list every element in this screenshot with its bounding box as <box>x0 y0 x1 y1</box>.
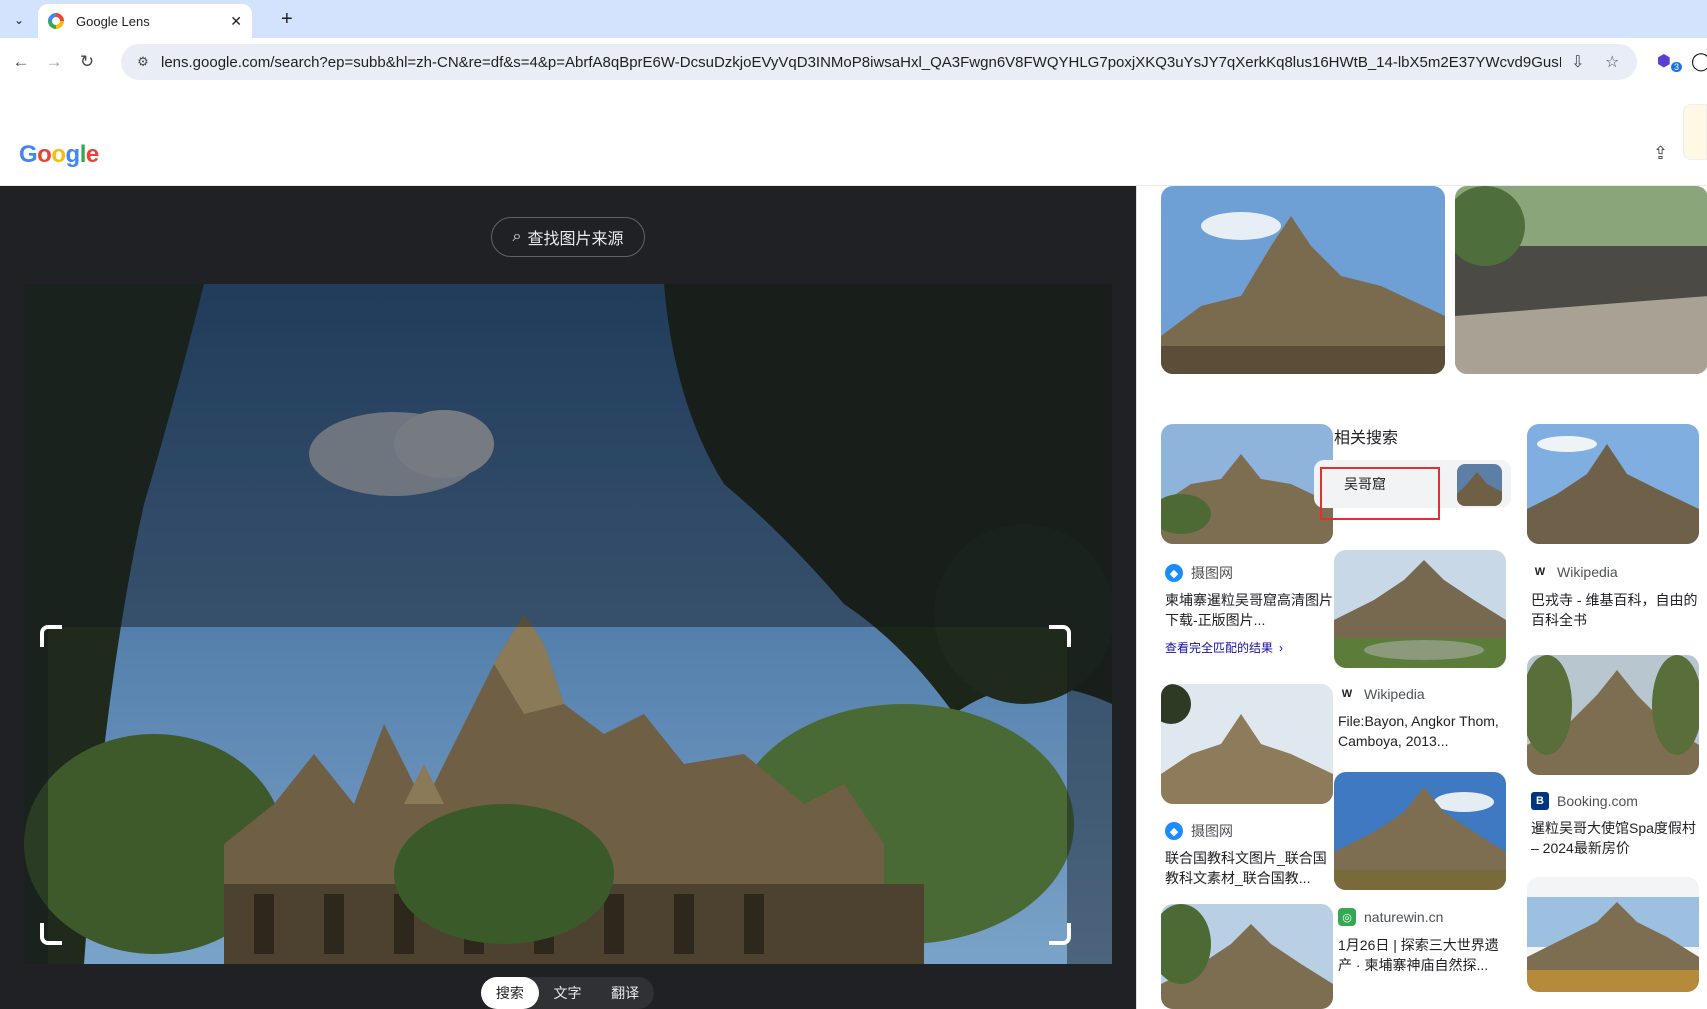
side-panel-tab[interactable] <box>1683 104 1707 160</box>
temple-thumbnail <box>1334 550 1506 668</box>
url-text[interactable]: lens.google.com/search?ep=subb&hl=zh-CN&… <box>161 54 1561 71</box>
selection-dim-right <box>1067 627 1112 964</box>
tab-translate[interactable]: 翻译 <box>596 977 654 1009</box>
result-title-5[interactable]: 暹粒吴哥大使馆Spa度假村 – 2024最新房价 <box>1531 818 1701 858</box>
profile-icon[interactable]: ◯ <box>1691 51 1707 72</box>
result-source-1[interactable]: ◆ 摄图网 <box>1165 563 1233 583</box>
result-image-4[interactable] <box>1161 684 1333 804</box>
find-image-source-button[interactable]: ⌕ 查找图片来源 <box>491 217 645 257</box>
site-name: Booking.com <box>1557 793 1638 809</box>
result-image-6[interactable] <box>1334 772 1506 890</box>
tab-strip: ⌄ Google Lens ✕ + <box>0 0 1707 38</box>
lens-image-panel: ⌕ 查找图片来源 搜索 文字 翻译 <box>0 186 1136 1009</box>
visual-results-panel: ◆ 摄图网 柬埔寨暹粒吴哥窟高清图片下载-正版图片... 查看完全匹配的结果 ›… <box>1136 186 1707 1009</box>
related-search-thumbnail <box>1457 464 1502 506</box>
site-logo-icon: ◆ <box>1165 564 1183 582</box>
crop-handle-top-left[interactable] <box>40 625 62 647</box>
temple-thumbnail <box>1527 877 1699 992</box>
wikipedia-icon: W <box>1531 563 1549 581</box>
crop-handle-bottom-right[interactable] <box>1049 923 1071 945</box>
site-name: 摄图网 <box>1191 823 1233 839</box>
google-header: Google ⇪ <box>0 86 1707 186</box>
image-search-icon: ⌕ <box>512 228 522 245</box>
result-title-6[interactable]: 1月26日 | 探索三大世界遗产 · 柬埔寨神庙自然探... <box>1338 935 1508 975</box>
ruins-thumbnail <box>1455 186 1707 374</box>
result-image-7[interactable] <box>1161 904 1333 1009</box>
back-icon[interactable]: ← <box>9 50 33 74</box>
result-source-4[interactable]: ◆ 摄图网 <box>1165 821 1233 841</box>
result-image-top-1[interactable] <box>1161 186 1445 374</box>
site-name: 摄图网 <box>1191 565 1233 581</box>
result-image-3[interactable] <box>1334 550 1506 668</box>
forward-icon[interactable]: → <box>42 50 66 74</box>
result-title-1[interactable]: 柬埔寨暹粒吴哥窟高清图片下载-正版图片... <box>1165 590 1333 630</box>
tab-text[interactable]: 文字 <box>539 977 597 1009</box>
result-source-2[interactable]: W Wikipedia <box>1531 563 1618 581</box>
selection-dim-left <box>24 627 48 964</box>
result-source-3[interactable]: W Wikipedia <box>1338 685 1425 703</box>
temple-thumbnail <box>1457 464 1502 506</box>
crop-handle-bottom-left[interactable] <box>40 923 62 945</box>
temple-thumbnail <box>1527 655 1699 775</box>
site-logo-icon: ◆ <box>1165 822 1183 840</box>
booking-icon: B <box>1531 792 1549 810</box>
close-icon[interactable]: ✕ <box>230 13 242 30</box>
temple-thumbnail <box>1334 772 1506 890</box>
temple-thumbnail <box>1161 186 1445 374</box>
bookmark-star-icon[interactable]: ☆ <box>1605 52 1619 72</box>
install-icon[interactable]: ⇩ <box>1571 52 1584 72</box>
crop-handle-top-right[interactable] <box>1049 625 1071 647</box>
uploaded-photo[interactable] <box>24 284 1112 964</box>
new-tab-button[interactable]: + <box>281 8 293 30</box>
site-name: naturewin.cn <box>1364 909 1444 925</box>
wikipedia-icon: W <box>1338 685 1356 703</box>
temple-thumbnail <box>1527 424 1699 544</box>
find-image-source-label: 查找图片来源 <box>527 231 624 248</box>
annotation-highlight-box <box>1320 467 1440 520</box>
temple-thumbnail <box>1161 424 1333 544</box>
result-title-2[interactable]: 巴戎寺 - 维基百科，自由的百科全书 <box>1531 590 1701 630</box>
result-image-2[interactable] <box>1527 424 1699 544</box>
lens-mode-tabs: 搜索 文字 翻译 <box>481 977 654 1009</box>
chevron-right-icon: › <box>1279 640 1284 655</box>
result-title-3[interactable]: File:Bayon, Angkor Thom, Camboya, 2013..… <box>1338 711 1508 751</box>
reload-icon[interactable]: ↻ <box>75 50 99 74</box>
extension-badge: 3 <box>1671 62 1683 72</box>
tab-search[interactable]: 搜索 <box>481 977 539 1009</box>
related-searches-title: 相关搜索 <box>1334 430 1399 447</box>
tab-title: Google Lens <box>76 13 150 29</box>
site-logo-icon: ◎ <box>1338 908 1356 926</box>
exact-match-link[interactable]: 查看完全匹配的结果 › <box>1165 639 1283 656</box>
result-image-8[interactable] <box>1527 877 1699 992</box>
tab-search-icon[interactable]: ⌄ <box>7 8 31 32</box>
site-name: Wikipedia <box>1364 686 1425 702</box>
address-bar[interactable]: ⚙ lens.google.com/search?ep=subb&hl=zh-C… <box>121 44 1637 80</box>
temple-thumbnail <box>1161 684 1333 804</box>
site-info-icon[interactable]: ⚙ <box>125 54 161 70</box>
result-image-5[interactable] <box>1527 655 1699 775</box>
tab-google-lens[interactable]: Google Lens ✕ <box>38 4 252 38</box>
temple-thumbnail <box>1161 904 1333 1009</box>
share-icon[interactable]: ⇪ <box>1653 143 1668 164</box>
selection-dim-top <box>24 284 1112 627</box>
result-source-5[interactable]: B Booking.com <box>1531 792 1638 810</box>
site-name: Wikipedia <box>1557 564 1618 580</box>
extension-icon[interactable]: ⬢ <box>1657 51 1671 71</box>
google-logo[interactable]: Google <box>19 141 99 169</box>
browser-toolbar: ← → ↻ ⚙ lens.google.com/search?ep=subb&h… <box>0 38 1707 86</box>
exact-match-label: 查看完全匹配的结果 <box>1165 641 1274 655</box>
result-source-6[interactable]: ◎ naturewin.cn <box>1338 908 1443 926</box>
result-image-1[interactable] <box>1161 424 1333 544</box>
result-image-top-2[interactable] <box>1455 186 1707 374</box>
google-lens-favicon-icon <box>48 13 64 29</box>
result-title-4[interactable]: 联合国教科文图片_联合国教科文素材_联合国教... <box>1165 848 1333 888</box>
